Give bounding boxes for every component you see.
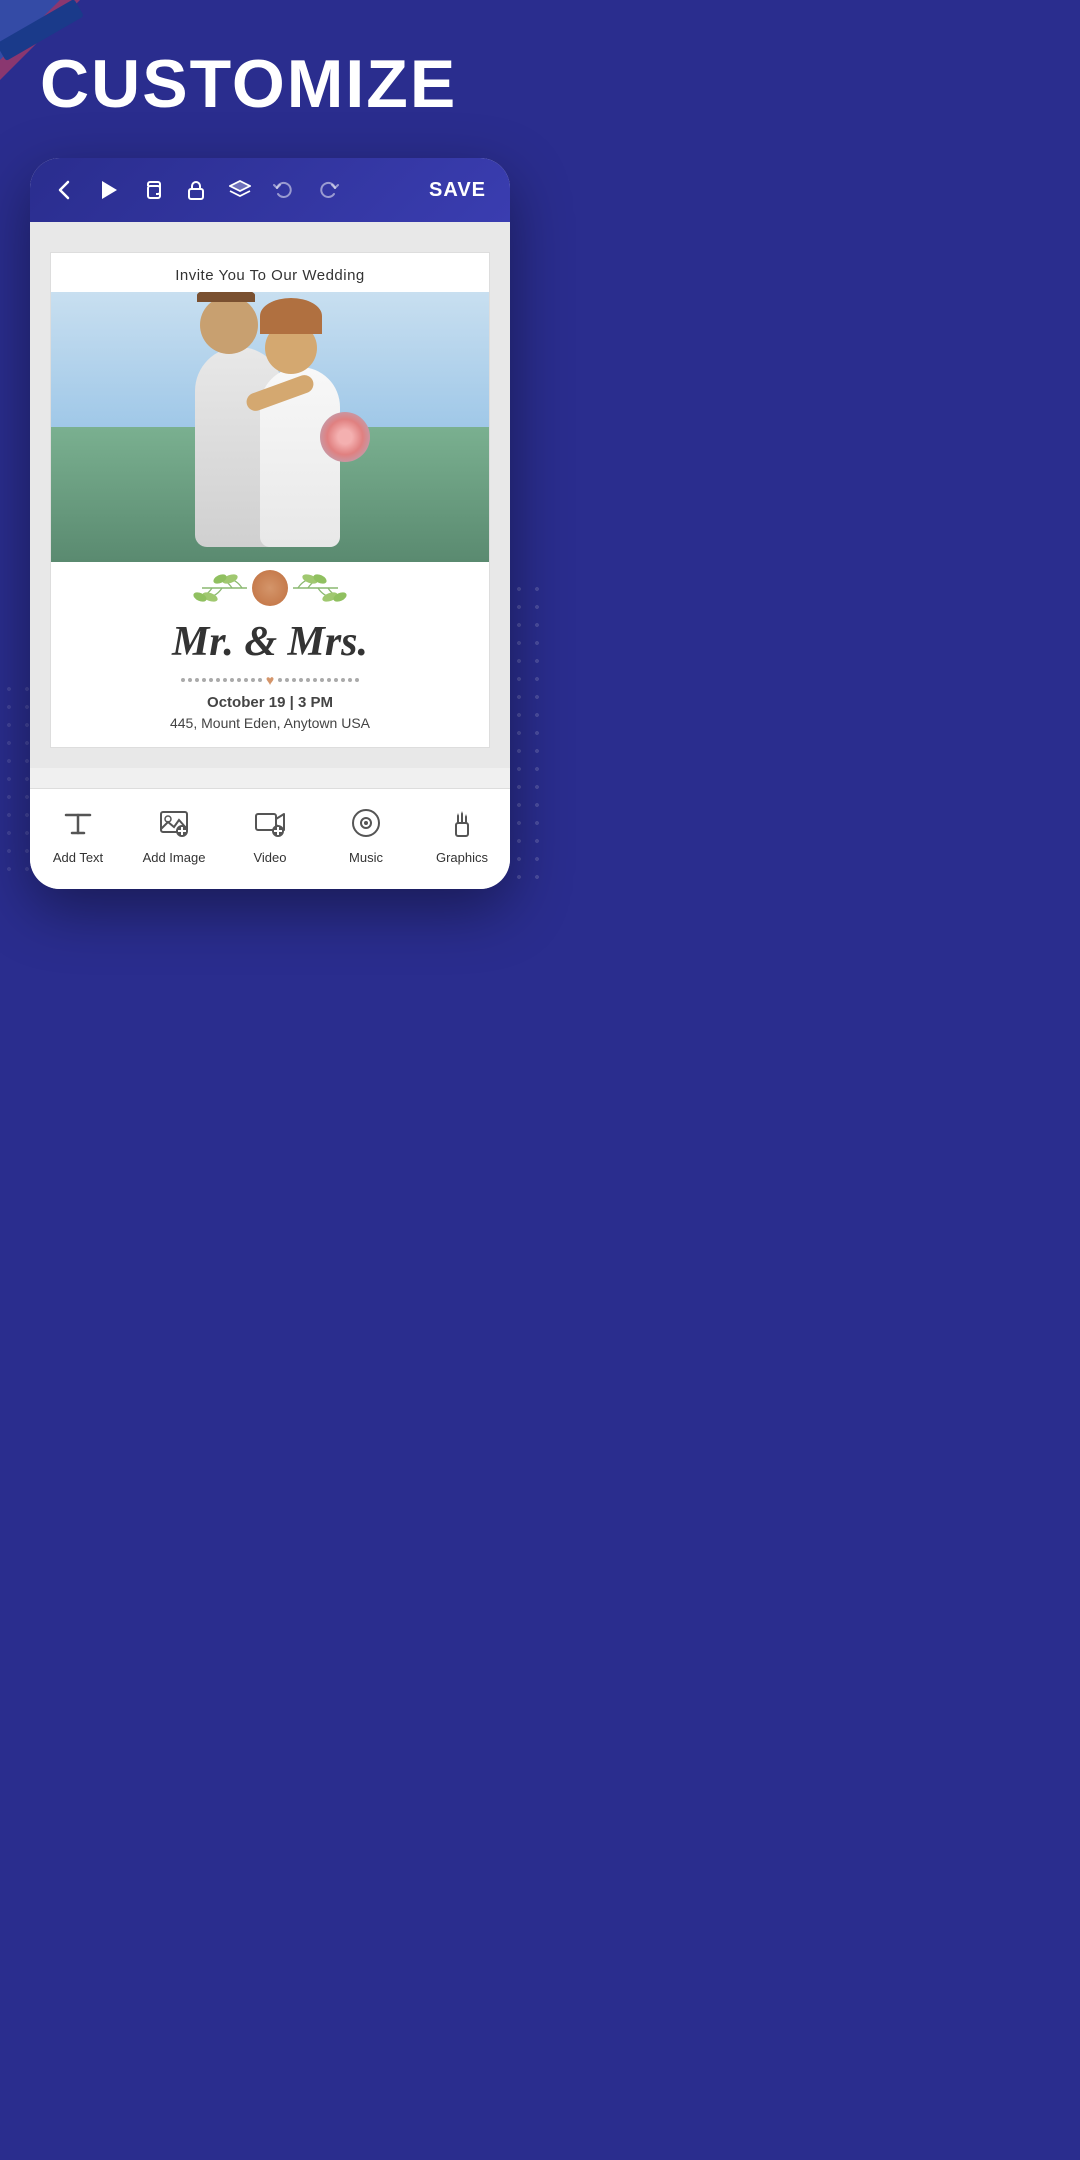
dot [202, 678, 206, 682]
music-icon [350, 807, 382, 844]
dot [320, 678, 324, 682]
dot [223, 678, 227, 682]
nav-label-add-text: Add Text [53, 850, 103, 865]
nav-label-graphics: Graphics [436, 850, 488, 865]
graphics-icon [446, 807, 478, 844]
play-button[interactable] [90, 172, 126, 208]
bouquet [320, 412, 370, 462]
video-icon [254, 807, 286, 844]
dot [251, 678, 255, 682]
bottom-nav: Add Text Add Image [30, 788, 510, 889]
wedding-card: Invite You To Our Wedding [50, 252, 490, 748]
floral-center-circle [252, 570, 288, 606]
save-button[interactable]: SAVE [421, 175, 494, 206]
divider-heart: ♥ [266, 672, 274, 688]
text-icon [62, 807, 94, 844]
dot [181, 678, 185, 682]
divider-dots-left [181, 678, 262, 682]
dot [258, 678, 262, 682]
image-icon [158, 807, 190, 844]
nav-label-music: Music [349, 850, 383, 865]
dot [285, 678, 289, 682]
card-date: October 19 | 3 PM [51, 694, 489, 715]
dot [292, 678, 296, 682]
dot [355, 678, 359, 682]
dot [306, 678, 310, 682]
groom-hair [197, 292, 255, 302]
dot [230, 678, 234, 682]
dot [209, 678, 213, 682]
nav-item-add-text[interactable]: Add Text [30, 799, 126, 873]
dot [334, 678, 338, 682]
nav-item-music[interactable]: Music [318, 799, 414, 873]
undo-button[interactable] [266, 172, 302, 208]
divider-dots-right [278, 678, 359, 682]
card-address: 445, Mount Eden, Anytown USA [51, 715, 489, 747]
canvas-area: Invite You To Our Wedding [30, 222, 510, 768]
phone-mockup: SAVE Invite You To Our Wedding [30, 158, 510, 889]
floral-branch-right [288, 573, 408, 603]
card-photo [51, 292, 489, 562]
dot [348, 678, 352, 682]
card-header-text: Invite You To Our Wedding [51, 253, 489, 292]
nav-item-add-image[interactable]: Add Image [126, 799, 222, 873]
dot [327, 678, 331, 682]
nav-item-video[interactable]: Video [222, 799, 318, 873]
groom-head [200, 296, 258, 354]
lock-button[interactable] [178, 172, 214, 208]
dot [341, 678, 345, 682]
layers-button[interactable] [222, 172, 258, 208]
card-floral [51, 562, 489, 610]
card-divider: ♥ [51, 666, 489, 694]
dot [244, 678, 248, 682]
nav-label-add-image: Add Image [143, 850, 206, 865]
dot [313, 678, 317, 682]
nav-item-graphics[interactable]: Graphics [414, 799, 510, 873]
card-names: Mr. & Mrs. [51, 610, 489, 666]
dot [216, 678, 220, 682]
dot [299, 678, 303, 682]
page-title: CUSTOMIZE [0, 0, 540, 138]
dot [188, 678, 192, 682]
back-button[interactable] [46, 172, 82, 208]
toolbar: SAVE [30, 158, 510, 222]
floral-branch-left [132, 573, 252, 603]
redo-button[interactable] [310, 172, 346, 208]
dot [195, 678, 199, 682]
dot [237, 678, 241, 682]
nav-label-video: Video [253, 850, 286, 865]
dot [278, 678, 282, 682]
copy-button[interactable] [134, 172, 170, 208]
bride-hair [260, 298, 322, 334]
